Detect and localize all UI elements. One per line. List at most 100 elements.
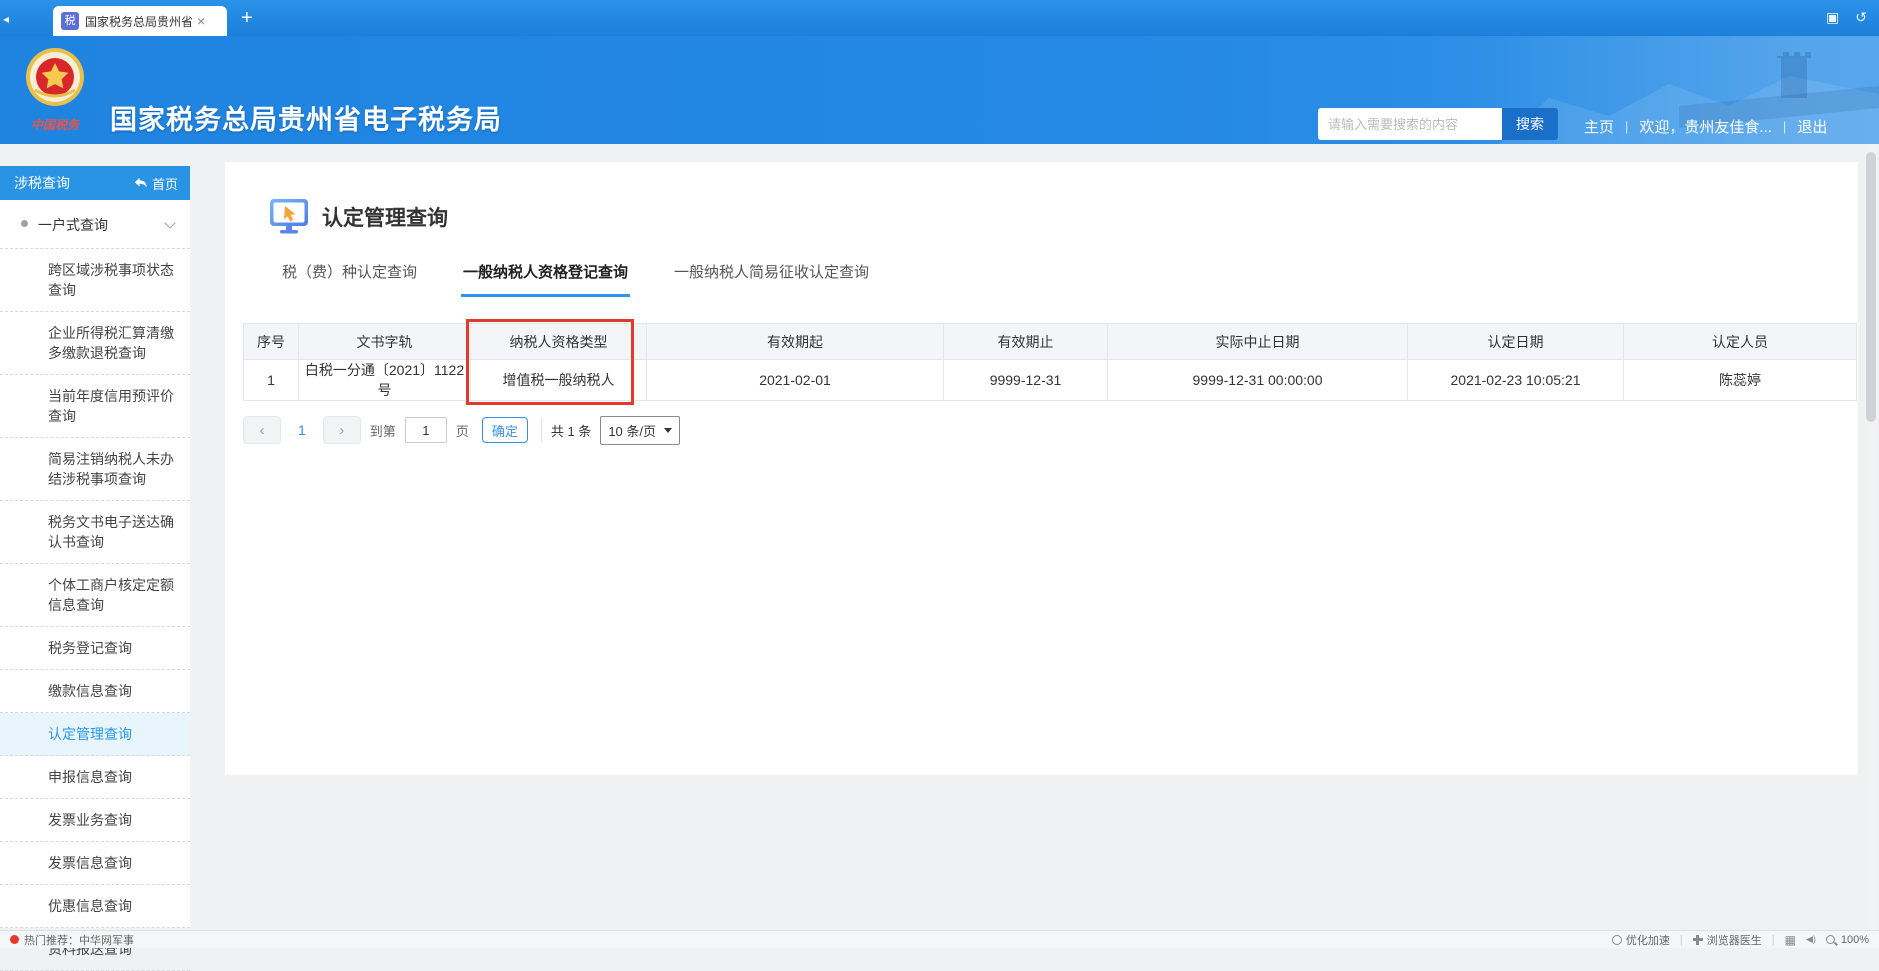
header-nav: 主页 | 欢迎，贵州友佳食... | 退出 — [1584, 116, 1827, 137]
col-header-actual-end-date: 实际中止日期 — [1108, 324, 1408, 360]
sidebar-title: 涉税查询 — [14, 173, 70, 193]
panel-icon[interactable]: ▣ — [1826, 9, 1839, 26]
tax-emblem-logo: 中国税务 — [12, 46, 98, 133]
zoom-control[interactable]: 100% — [1826, 934, 1869, 946]
sidebar-item[interactable]: 企业所得税汇算清缴多缴款退税查询 — [0, 312, 190, 375]
table-row: 1 白税一分通〔2021〕1122号 增值税一般纳税人 2021-02-01 9… — [244, 360, 1857, 401]
table-header-row: 序号 文书字轨 纳税人资格类型 有效期起 有效期止 实际中止日期 认定日期 认定… — [244, 324, 1857, 360]
page-unit-label: 页 — [456, 421, 469, 440]
sidebar-header: 涉税查询 首页 — [0, 166, 190, 200]
statusbar-separator: | — [1772, 934, 1775, 946]
pagination-divider — [541, 418, 542, 442]
col-header-seq: 序号 — [244, 324, 299, 360]
monitor-cursor-icon — [269, 198, 309, 235]
tab-close-icon[interactable]: × — [197, 13, 205, 29]
sidebar-group-yihushi[interactable]: 一户式查询 — [0, 200, 190, 249]
national-emblem-icon — [23, 46, 87, 110]
history-icon[interactable]: ↺ — [1855, 9, 1867, 26]
optimize-speed-button[interactable]: 优化加速 — [1612, 932, 1670, 948]
cell-doc-number: 白税一分通〔2021〕1122号 — [299, 360, 471, 401]
site-title: 国家税务总局贵州省电子税务局 — [110, 98, 502, 137]
tab-general-taxpayer-registration[interactable]: 一般纳税人资格登记查询 — [461, 261, 630, 297]
cell-recognition-staff: 陈蕊婷 — [1624, 360, 1857, 401]
site-header: 中国税务 国家税务总局贵州省电子税务局 搜索 主页 | 欢迎，贵州友佳食... … — [0, 36, 1879, 144]
sidebar-item[interactable]: 税务登记查询 — [0, 627, 190, 670]
sidebar-item[interactable]: 发票业务查询 — [0, 799, 190, 842]
hot-recommend-icon — [10, 935, 19, 944]
current-page-number[interactable]: 1 — [298, 422, 306, 438]
browser-doctor-button[interactable]: 浏览器医生 — [1693, 932, 1762, 948]
pagination: ‹ 1 › 到第 页 确定 共 1 条 10 条/页 — [243, 416, 1858, 444]
confirm-button[interactable]: 确定 — [482, 417, 528, 443]
nav-separator: | — [1625, 119, 1628, 134]
col-header-recognition-date: 认定日期 — [1408, 324, 1624, 360]
page-size-value: 10 条/页 — [608, 421, 656, 440]
cell-actual-end-date: 9999-12-31 00:00:00 — [1108, 360, 1408, 401]
sidebar-item[interactable]: 当前年度信用预评价查询 — [0, 375, 190, 438]
content-card: 认定管理查询 税（费）种认定查询 一般纳税人资格登记查询 一般纳税人简易征收认定… — [225, 162, 1858, 775]
sidebar: 涉税查询 首页 一户式查询 跨区域涉税事项状态查询 企业所得税汇算清缴多缴款退税… — [0, 166, 190, 928]
goto-label: 到第 — [370, 421, 396, 440]
result-table-wrap: 序号 文书字轨 纳税人资格类型 有效期起 有效期止 实际中止日期 认定日期 认定… — [243, 323, 1856, 401]
page-size-select[interactable]: 10 条/页 — [600, 416, 680, 445]
page-title: 认定管理查询 — [322, 202, 448, 232]
goto-page-input[interactable] — [405, 417, 447, 443]
col-header-recognition-staff: 认定人员 — [1624, 324, 1857, 360]
grid-view-icon[interactable]: ▦ — [1785, 933, 1796, 947]
sidebar-item[interactable]: 申报信息查询 — [0, 756, 190, 799]
prev-page-button[interactable]: ‹ — [243, 416, 281, 444]
browser-tab[interactable]: 税 国家税务总局贵州省电子税务局 × — [53, 6, 227, 36]
gauge-icon — [1612, 935, 1622, 945]
browser-doctor-label: 浏览器医生 — [1707, 932, 1762, 948]
sidebar-item[interactable]: 缴款信息查询 — [0, 670, 190, 713]
welcome-user-link[interactable]: 欢迎，贵州友佳食... — [1639, 116, 1772, 137]
col-header-valid-from: 有效期起 — [647, 324, 944, 360]
home-link[interactable]: 主页 — [1584, 116, 1614, 137]
col-header-valid-to: 有效期止 — [944, 324, 1108, 360]
logout-link[interactable]: 退出 — [1797, 116, 1827, 137]
sidebar-item[interactable]: 优惠信息查询 — [0, 885, 190, 928]
medical-cross-icon — [1693, 935, 1703, 945]
hot-recommend-label[interactable]: 热门推荐：中华网军事 — [24, 932, 134, 948]
sidebar-menu: 跨区域涉税事项状态查询 企业所得税汇算清缴多缴款退税查询 当前年度信用预评价查询… — [0, 249, 190, 971]
result-table: 序号 文书字轨 纳税人资格类型 有效期起 有效期止 实际中止日期 认定日期 认定… — [243, 323, 1857, 401]
sidebar-group-label: 一户式查询 — [38, 217, 108, 233]
cell-seq: 1 — [244, 360, 299, 401]
sidebar-item-active[interactable]: 认定管理查询 — [0, 713, 190, 756]
tax-favicon-icon: 税 — [61, 12, 79, 30]
search-input[interactable] — [1318, 108, 1502, 140]
cell-taxpayer-type: 增值税一般纳税人 — [471, 360, 647, 401]
statusbar-separator: | — [1680, 934, 1683, 946]
search-button[interactable]: 搜索 — [1502, 108, 1558, 140]
sidebar-item[interactable]: 税务文书电子送达确认书查询 — [0, 501, 190, 564]
header-search: 搜索 — [1318, 108, 1558, 140]
zoom-level-label: 100% — [1841, 934, 1869, 946]
sidebar-home-label: 首页 — [152, 174, 178, 193]
sidebar-item[interactable]: 简易注销纳税人未办结涉税事项查询 — [0, 438, 190, 501]
sidebar-item[interactable]: 发票信息查询 — [0, 842, 190, 885]
col-header-taxpayer-type: 纳税人资格类型 — [471, 324, 647, 360]
sidebar-home-link[interactable]: 首页 — [134, 174, 178, 193]
magnifier-icon — [1826, 935, 1835, 944]
cell-valid-from: 2021-02-01 — [647, 360, 944, 401]
browser-tab-bar: ◂ 税 国家税务总局贵州省电子税务局 × + ▣ ↺ — [0, 0, 1879, 36]
cell-valid-to: 9999-12-31 — [944, 360, 1108, 401]
sidebar-item[interactable]: 跨区域涉税事项状态查询 — [0, 249, 190, 312]
optimize-speed-label: 优化加速 — [1626, 932, 1670, 948]
chevron-down-icon — [164, 217, 175, 228]
next-page-button[interactable]: › — [323, 416, 361, 444]
sidebar-item[interactable]: 个体工商户核定定额信息查询 — [0, 564, 190, 627]
tab-simple-levy-query[interactable]: 一般纳税人简易征收认定查询 — [672, 261, 871, 297]
tab-tax-type-query[interactable]: 税（费）种认定查询 — [280, 261, 419, 297]
sidebar-toggle-icon[interactable]: ◂ — [3, 12, 17, 26]
scrollbar-thumb[interactable] — [1866, 152, 1876, 422]
page-body: 涉税查询 首页 一户式查询 跨区域涉税事项状态查询 企业所得税汇算清缴多缴款退税… — [0, 144, 1879, 930]
cell-recognition-date: 2021-02-23 10:05:21 — [1408, 360, 1624, 401]
tab-title: 国家税务总局贵州省电子税务局 — [85, 13, 193, 30]
page-scrollbar[interactable] — [1865, 144, 1877, 930]
bullet-icon — [21, 220, 28, 227]
new-tab-button[interactable]: + — [241, 7, 253, 30]
emblem-caption: 中国税务 — [12, 116, 98, 133]
speaker-icon[interactable]: ◀) — [1806, 934, 1816, 945]
back-arrow-icon — [134, 177, 147, 189]
